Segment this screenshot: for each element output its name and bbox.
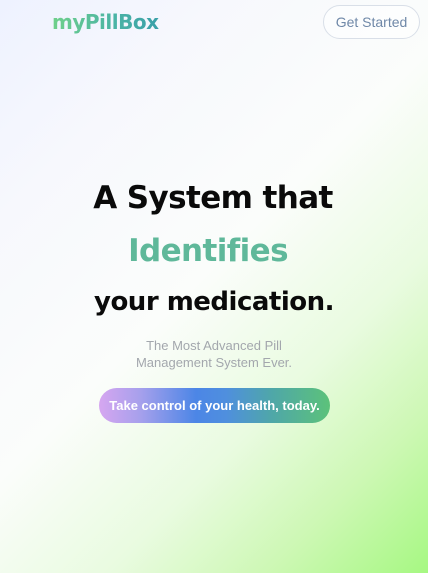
take-control-button[interactable]: Take control of your health, today.: [99, 388, 330, 423]
top-bar: myPillBox Get Started: [0, 0, 428, 44]
headline-highlight: Identifies: [128, 233, 288, 269]
headline-line-3: your medication.: [94, 287, 335, 317]
headline-line-1: A System that: [93, 180, 333, 216]
subtitle-line-1: The Most Advanced Pill: [146, 338, 282, 353]
get-started-button[interactable]: Get Started: [323, 5, 420, 39]
subtitle-line-2: Management System Ever.: [135, 355, 293, 370]
app-logo[interactable]: myPillBox: [52, 9, 159, 35]
hero-subtitle: The Most Advanced Pill Management System…: [0, 337, 428, 371]
